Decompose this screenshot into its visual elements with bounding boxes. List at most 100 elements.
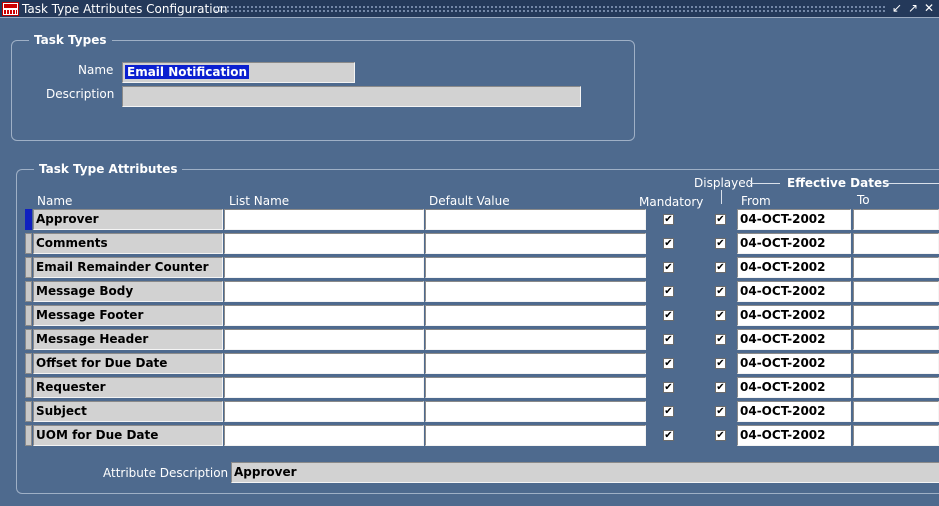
effective-from-field[interactable]: 04-OCT-2002 [737,281,851,302]
row-indicator[interactable] [25,377,32,398]
effective-from-field[interactable]: 04-OCT-2002 [737,209,851,230]
list-name-field[interactable] [224,329,424,350]
mandatory-checkbox[interactable]: ✔ [663,310,674,321]
mandatory-checkbox[interactable]: ✔ [663,358,674,369]
effective-dates-header: Effective Dates [787,176,890,190]
effective-from-field[interactable]: 04-OCT-2002 [737,257,851,278]
column-header-displayed: Displayed [694,176,754,190]
column-header-default-value: Default Value [429,194,510,208]
row-indicator[interactable] [25,305,32,326]
attribute-name-field[interactable]: Approver [33,209,223,230]
attribute-name-field[interactable]: Subject [33,401,223,422]
close-icon[interactable]: ✕ [922,1,936,16]
column-header-list-name: List Name [229,194,290,208]
effective-from-field[interactable]: 04-OCT-2002 [737,353,851,374]
row-indicator[interactable] [25,353,32,374]
default-value-field[interactable] [425,257,646,278]
effective-to-field[interactable] [853,233,939,254]
effective-to-field[interactable] [853,329,939,350]
mandatory-checkbox[interactable]: ✔ [663,406,674,417]
effective-from-field[interactable]: 04-OCT-2002 [737,377,851,398]
attribute-description-field[interactable]: Approver [231,462,939,483]
attribute-name-field[interactable]: Message Footer [33,305,223,326]
list-name-field[interactable] [224,209,424,230]
effective-to-field[interactable] [853,257,939,278]
displayed-checkbox[interactable]: ✔ [715,310,726,321]
default-value-field[interactable] [425,377,646,398]
displayed-checkbox[interactable]: ✔ [715,238,726,249]
attribute-name-field[interactable]: Message Header [33,329,223,350]
mandatory-checkbox[interactable]: ✔ [663,286,674,297]
attribute-name-field[interactable]: UOM for Due Date [33,425,223,446]
displayed-checkbox[interactable]: ✔ [715,358,726,369]
list-name-field[interactable] [224,257,424,278]
task-type-name-label: Name [78,63,114,77]
effective-from-field[interactable]: 04-OCT-2002 [737,233,851,254]
effective-to-field[interactable] [853,353,939,374]
row-indicator[interactable] [25,281,32,302]
default-value-field[interactable] [425,425,646,446]
default-value-field[interactable] [425,353,646,374]
row-indicator[interactable] [25,209,32,230]
effective-to-field[interactable] [853,425,939,446]
list-name-field[interactable] [224,233,424,254]
row-indicator[interactable] [25,401,32,422]
task-type-name-field[interactable]: Email Notification [122,62,355,83]
mandatory-checkbox[interactable]: ✔ [663,334,674,345]
attribute-description-label: Attribute Description [103,466,229,480]
list-name-field[interactable] [224,401,424,422]
displayed-checkbox[interactable]: ✔ [715,334,726,345]
effective-to-field[interactable] [853,377,939,398]
displayed-checkbox[interactable]: ✔ [715,430,726,441]
maximize-icon[interactable]: ↗ [906,1,920,16]
list-name-field[interactable] [224,377,424,398]
displayed-checkbox[interactable]: ✔ [715,382,726,393]
attribute-name-field[interactable]: Comments [33,233,223,254]
list-name-field[interactable] [224,305,424,326]
mandatory-checkbox[interactable]: ✔ [663,238,674,249]
attribute-name-field[interactable]: Requester [33,377,223,398]
displayed-checkbox[interactable]: ✔ [715,286,726,297]
displayed-checkbox[interactable]: ✔ [715,262,726,273]
row-indicator[interactable] [25,233,32,254]
mandatory-checkbox[interactable]: ✔ [663,382,674,393]
attribute-name-field[interactable]: Offset for Due Date [33,353,223,374]
effective-to-field[interactable] [853,401,939,422]
effective-from-field[interactable]: 04-OCT-2002 [737,425,851,446]
default-value-field[interactable] [425,209,646,230]
effective-to-field[interactable] [853,209,939,230]
mandatory-checkbox[interactable]: ✔ [663,262,674,273]
mandatory-checkbox[interactable]: ✔ [663,430,674,441]
column-header-name: Name [37,194,73,208]
default-value-field[interactable] [425,233,646,254]
effective-from-field[interactable]: 04-OCT-2002 [737,329,851,350]
default-value-field[interactable] [425,329,646,350]
row-indicator[interactable] [25,425,32,446]
displayed-header-divider [721,190,722,204]
displayed-checkbox[interactable]: ✔ [715,214,726,225]
displayed-checkbox[interactable]: ✔ [715,406,726,417]
mandatory-checkbox[interactable]: ✔ [663,214,674,225]
list-name-field[interactable] [224,281,424,302]
window-titlebar: Task Type Attributes Configuration ↙ ↗ ✕ [0,0,939,18]
effective-to-field[interactable] [853,305,939,326]
default-value-field[interactable] [425,401,646,422]
effective-to-field[interactable] [853,281,939,302]
row-indicator[interactable] [25,329,32,350]
window-title: Task Type Attributes Configuration [22,1,232,17]
task-type-attributes-group-title: Task Type Attributes [34,162,183,177]
effective-from-field[interactable]: 04-OCT-2002 [737,401,851,422]
list-name-field[interactable] [224,353,424,374]
task-type-description-field[interactable] [122,86,581,107]
row-indicator[interactable] [25,257,32,278]
task-type-description-label: Description [46,87,115,101]
effective-from-field[interactable]: 04-OCT-2002 [737,305,851,326]
attribute-name-field[interactable]: Email Remainder Counter [33,257,223,278]
list-name-field[interactable] [224,425,424,446]
task-types-group-title: Task Types [29,33,112,48]
attribute-name-field[interactable]: Message Body [33,281,223,302]
minimize-icon[interactable]: ↙ [890,1,904,16]
default-value-field[interactable] [425,305,646,326]
default-value-field[interactable] [425,281,646,302]
effective-dates-rule-right [886,183,939,184]
